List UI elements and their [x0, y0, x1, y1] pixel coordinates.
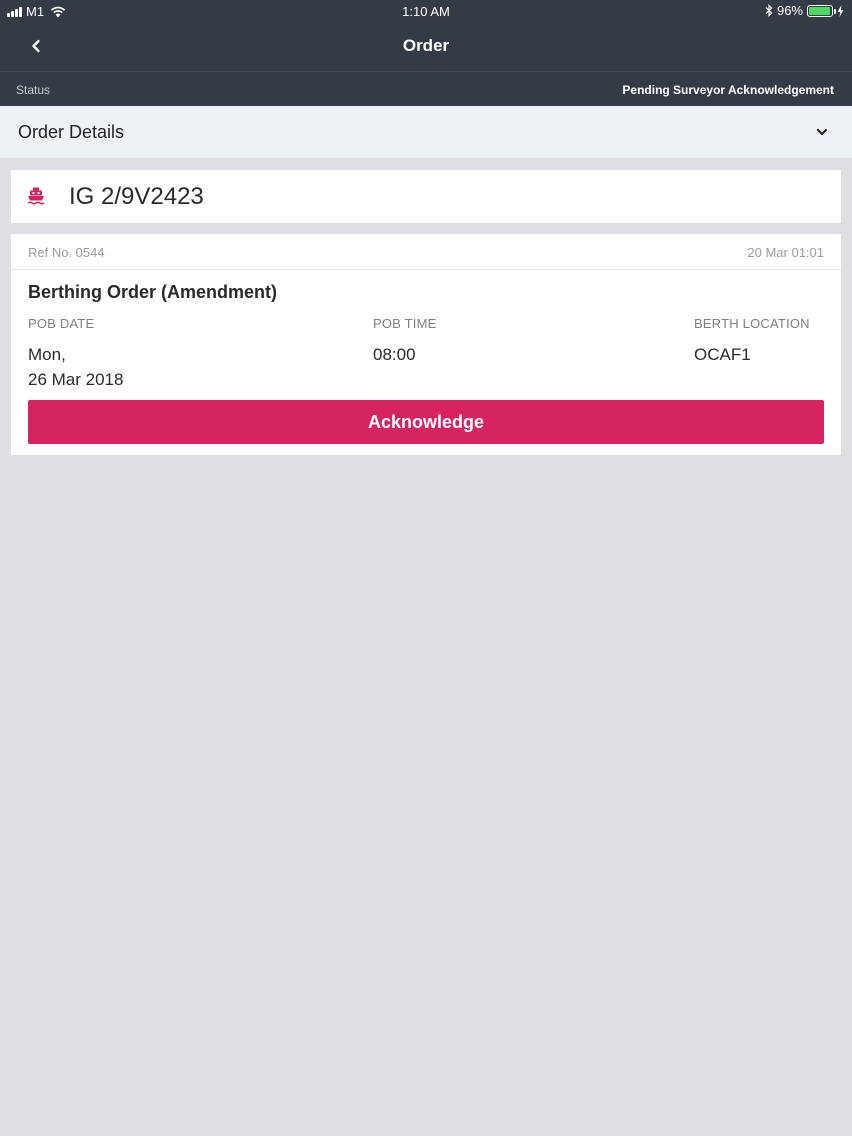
- order-details-title: Order Details: [18, 122, 125, 142]
- order-timestamp: 20 Mar 01:01: [747, 245, 824, 260]
- clock: 1:10 AM: [402, 4, 450, 19]
- pob-time-label: POB TIME: [373, 316, 437, 331]
- charging-icon: [837, 4, 844, 17]
- pob-date-value: Mon, 26 Mar 2018: [28, 345, 124, 389]
- battery-group: 96%: [765, 3, 844, 18]
- battery-icon: [807, 4, 836, 17]
- ship-icon: [27, 187, 45, 205]
- vessel-name: IG 2/9V2423: [69, 183, 204, 210]
- navigation-bar: Order: [0, 22, 852, 71]
- battery-percent: 96%: [776, 3, 803, 18]
- status-value: Pending Surveyor Acknowledgement: [622, 83, 834, 97]
- battery-fill: [809, 6, 831, 15]
- ref-number: Ref No. 0544: [28, 245, 105, 260]
- order-card: Ref No. 0544 20 Mar 01:01 Berthing Order…: [11, 234, 841, 455]
- order-type: Berthing Order (Amendment): [28, 282, 278, 302]
- vessel-card: IG 2/9V2423: [11, 170, 841, 223]
- pob-time-value: 08:00: [373, 345, 416, 364]
- pob-date-label: POB DATE: [28, 316, 95, 331]
- order-details-toggle[interactable]: Order Details: [0, 106, 852, 158]
- chevron-down-icon: [816, 128, 828, 136]
- bluetooth-icon: [765, 4, 773, 17]
- berth-location-label: BERTH LOCATION: [694, 316, 810, 331]
- status-row: Status Pending Surveyor Acknowledgement: [0, 71, 852, 106]
- page-title: Order: [402, 36, 450, 55]
- berth-location-value: OCAF1: [694, 345, 751, 364]
- order-card-header: Ref No. 0544 20 Mar 01:01: [11, 234, 841, 270]
- device-status-bar: M1 1:10 AM 96%: [0, 0, 852, 22]
- top-bar: M1 1:10 AM 96% Order: [0, 0, 852, 71]
- status-label: Status: [16, 83, 51, 97]
- acknowledge-button[interactable]: Acknowledge: [28, 400, 824, 444]
